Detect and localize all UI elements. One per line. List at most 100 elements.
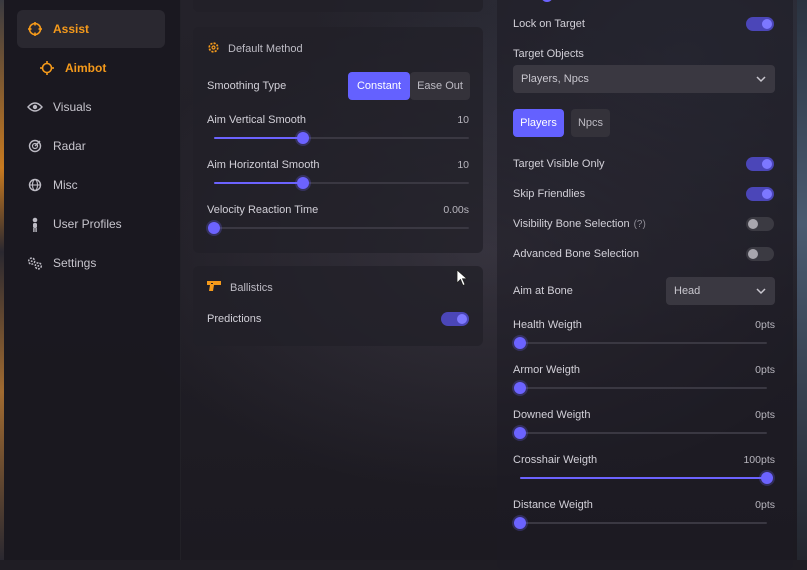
weight-value: 0pts xyxy=(755,499,775,511)
sidebar-item-user-profiles[interactable]: User Profiles xyxy=(17,205,165,243)
skip-friendlies-toggle[interactable] xyxy=(746,187,774,201)
slider-label: Velocity Reaction Time xyxy=(207,204,319,216)
toggle-knob xyxy=(748,249,758,259)
slider-handle[interactable] xyxy=(761,472,773,484)
toggle-knob xyxy=(748,219,758,229)
weight-label: Distance Weigth xyxy=(513,499,593,511)
ballistics-card: Ballistics Predictions xyxy=(193,266,483,346)
default-method-card: Default Method Smoothing Type Constant E… xyxy=(193,27,483,253)
slider-label: Aim Vertical Smooth xyxy=(207,114,307,126)
velocity-reaction-time-slider[interactable] xyxy=(208,222,469,234)
card-title: Default Method xyxy=(228,43,303,55)
slider-label: Aim Horizontal Smooth xyxy=(207,159,320,171)
mouse-cursor-icon xyxy=(456,269,469,292)
slider-fill xyxy=(520,477,767,479)
sidebar-item-label: Settings xyxy=(53,256,97,270)
sidebar-item-label: Misc xyxy=(53,178,78,192)
smoothing-type-label: Smoothing Type xyxy=(207,80,287,92)
lock-on-target-toggle[interactable] xyxy=(746,17,774,31)
card-header: Ballistics xyxy=(207,280,273,295)
weight-label: Health Weigth xyxy=(513,319,582,331)
toggle-label: Target Visible Only xyxy=(513,158,605,170)
gear-icon xyxy=(207,41,220,57)
target-visible-only-toggle[interactable] xyxy=(746,157,774,171)
previous-card-bottom xyxy=(193,0,483,12)
slider-fill xyxy=(214,137,304,139)
select-value: Players, Npcs xyxy=(521,73,589,85)
sidebar-item-settings[interactable]: Settings xyxy=(17,244,165,282)
aim-at-bone-select[interactable]: Head xyxy=(666,277,775,305)
smoothing-ease-out-button[interactable]: Ease Out xyxy=(410,72,470,100)
advanced-bone-selection-toggle[interactable] xyxy=(746,247,774,261)
predictions-label: Predictions xyxy=(207,313,262,325)
card-title: Ballistics xyxy=(230,281,273,294)
weight-value: 100pts xyxy=(743,454,775,466)
slider-handle-partial xyxy=(541,0,553,2)
armor-weight-slider[interactable] xyxy=(514,382,767,394)
weight-label: Armor Weigth xyxy=(513,364,581,376)
targeting-panel: Lock on Target Target Objects Players, N… xyxy=(497,0,793,570)
target-objects-select[interactable]: Players, Npcs xyxy=(513,65,775,93)
person-icon xyxy=(27,216,43,232)
weight-label: Crosshair Weigth xyxy=(513,454,598,466)
sidebar-item-label: Aimbot xyxy=(65,61,107,75)
crosshair-icon xyxy=(27,21,43,37)
slider-handle[interactable] xyxy=(514,337,526,349)
target-icon xyxy=(39,60,55,76)
weight-label: Downed Weigth xyxy=(513,409,591,421)
card-header: Default Method xyxy=(207,41,303,57)
sidebar: Assist Aimbot Visuals Radar Misc User Pr… xyxy=(4,0,181,560)
toggle-knob xyxy=(762,189,772,199)
visibility-bone-selection-toggle[interactable] xyxy=(746,217,774,231)
slider-value: 0.00s xyxy=(443,204,469,216)
help-icon[interactable]: (?) xyxy=(634,219,646,230)
sidebar-item-label: Assist xyxy=(53,22,90,36)
distance-weight-slider[interactable] xyxy=(514,517,767,529)
eye-icon xyxy=(27,99,43,115)
toggle-knob xyxy=(762,159,772,169)
slider-handle[interactable] xyxy=(297,177,310,189)
target-objects-label: Target Objects xyxy=(513,48,584,60)
chevron-down-icon xyxy=(756,74,766,83)
slider-fill xyxy=(214,182,304,184)
sidebar-item-label: Visuals xyxy=(53,100,92,114)
weight-value: 0pts xyxy=(755,319,775,331)
smoothing-constant-button[interactable]: Constant xyxy=(348,72,410,100)
gears-icon xyxy=(27,255,43,271)
sidebar-item-misc[interactable]: Misc xyxy=(17,166,165,204)
lock-on-target-label: Lock on Target xyxy=(513,18,585,30)
sidebar-item-label: User Profiles xyxy=(53,217,122,231)
slider-handle[interactable] xyxy=(297,132,310,144)
predictions-toggle[interactable] xyxy=(441,312,469,326)
slider-handle[interactable] xyxy=(514,427,526,439)
weight-value: 0pts xyxy=(755,409,775,421)
tab-npcs[interactable]: Npcs xyxy=(571,109,610,137)
tab-players[interactable]: Players xyxy=(513,109,564,137)
health-weight-slider[interactable] xyxy=(514,337,767,349)
sidebar-item-label: Radar xyxy=(53,139,86,153)
toggle-knob xyxy=(762,19,772,29)
pistol-icon xyxy=(207,280,222,295)
sidebar-item-assist[interactable]: Assist xyxy=(17,10,165,48)
slider-value: 10 xyxy=(457,159,469,171)
crosshair-weight-slider[interactable] xyxy=(520,472,773,484)
slider-value: 10 xyxy=(457,114,469,126)
game-backdrop-right xyxy=(797,0,807,560)
slider-handle[interactable] xyxy=(208,222,220,234)
sidebar-item-visuals[interactable]: Visuals xyxy=(17,88,165,126)
aim-at-bone-label: Aim at Bone xyxy=(513,285,573,297)
sidebar-item-aimbot[interactable]: Aimbot xyxy=(29,49,177,87)
radar-icon xyxy=(27,138,43,154)
slider-handle[interactable] xyxy=(514,517,526,529)
chevron-down-icon xyxy=(756,286,766,295)
slider-handle[interactable] xyxy=(514,382,526,394)
aim-vertical-smooth-slider[interactable] xyxy=(214,132,469,144)
toggle-label: Visibility Bone Selection (?) xyxy=(513,218,646,230)
downed-weight-slider[interactable] xyxy=(514,427,767,439)
globe-icon xyxy=(27,177,43,193)
toggle-knob xyxy=(457,314,467,324)
aim-horizontal-smooth-slider[interactable] xyxy=(214,177,469,189)
sidebar-item-radar[interactable]: Radar xyxy=(17,127,165,165)
toggle-label: Advanced Bone Selection xyxy=(513,248,639,260)
weight-value: 0pts xyxy=(755,364,775,376)
